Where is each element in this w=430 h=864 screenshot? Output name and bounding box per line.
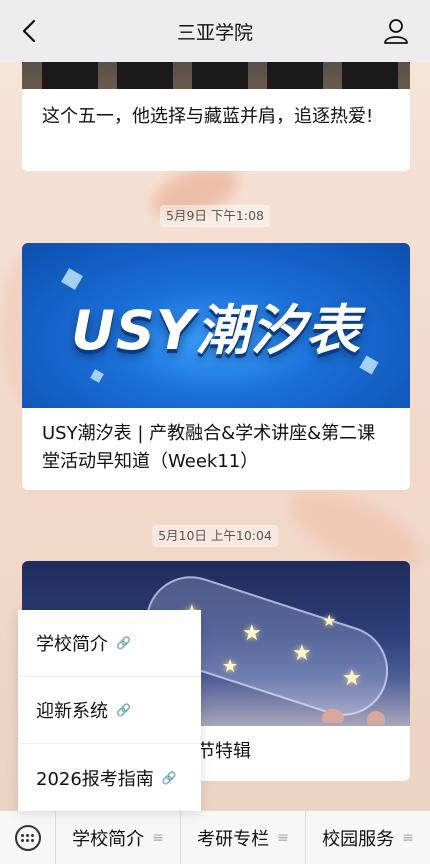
- menu-tab-label: 考研专栏: [197, 828, 270, 850]
- link-icon: 🔗: [116, 703, 131, 717]
- menu-lines-icon: ≡: [277, 829, 289, 846]
- keyboard-icon: [14, 824, 41, 851]
- bottom-menu-bar: 学校简介 ≡ 考研专栏 ≡ 校园服务 ≡: [0, 810, 430, 864]
- menu-lines-icon: ≡: [152, 829, 164, 846]
- keyboard-toggle-button[interactable]: [0, 810, 56, 864]
- submenu-item-label: 迎新系统: [36, 701, 108, 722]
- top-nav-bar: 三亚学院: [0, 0, 430, 62]
- link-icon: 🔗: [161, 770, 177, 785]
- submenu-item[interactable]: 2026报考指南 🔗: [18, 744, 201, 811]
- menu-tab[interactable]: 考研专栏 ≡: [181, 810, 306, 864]
- menu-tab[interactable]: 学校简介 ≡: [56, 810, 181, 864]
- article-title: 这个五一，他选择与藏蓝并肩，追逐热爱!: [42, 106, 374, 127]
- user-icon[interactable]: [382, 17, 410, 45]
- article-cover-image: USY潮汐表: [22, 243, 410, 408]
- page-title: 三亚学院: [176, 21, 253, 44]
- menu-tab-label: 学校简介: [72, 828, 145, 850]
- submenu-item[interactable]: 迎新系统 🔗: [18, 677, 201, 744]
- article-card[interactable]: USY潮汐表 USY潮汐表 | 产教融合&学术讲座&第二课堂活动早知道（Week…: [22, 243, 410, 490]
- banner-text: USY潮汐表: [71, 299, 361, 362]
- timestamp: 5月10日 上午10:04: [152, 525, 278, 547]
- menu-lines-icon: ≡: [402, 829, 414, 846]
- submenu-item-label: 2026报考指南: [36, 768, 154, 790]
- timestamp: 5月9日 下午1:08: [160, 205, 270, 227]
- link-icon: 🔗: [116, 636, 131, 650]
- submenu-popup: 学校简介 🔗 迎新系统 🔗 2026报考指南 🔗: [18, 610, 201, 811]
- chevron-left-icon[interactable]: [18, 18, 42, 44]
- menu-tab-label: 校园服务: [322, 828, 395, 850]
- submenu-item-label: 学校简介: [36, 634, 108, 655]
- article-title: USY潮汐表 | 产教融合&学术讲座&第二课堂活动早知道（Week11）: [42, 423, 376, 472]
- submenu-item[interactable]: 学校简介 🔗: [18, 610, 201, 677]
- menu-tab[interactable]: 校园服务 ≡: [306, 811, 430, 864]
